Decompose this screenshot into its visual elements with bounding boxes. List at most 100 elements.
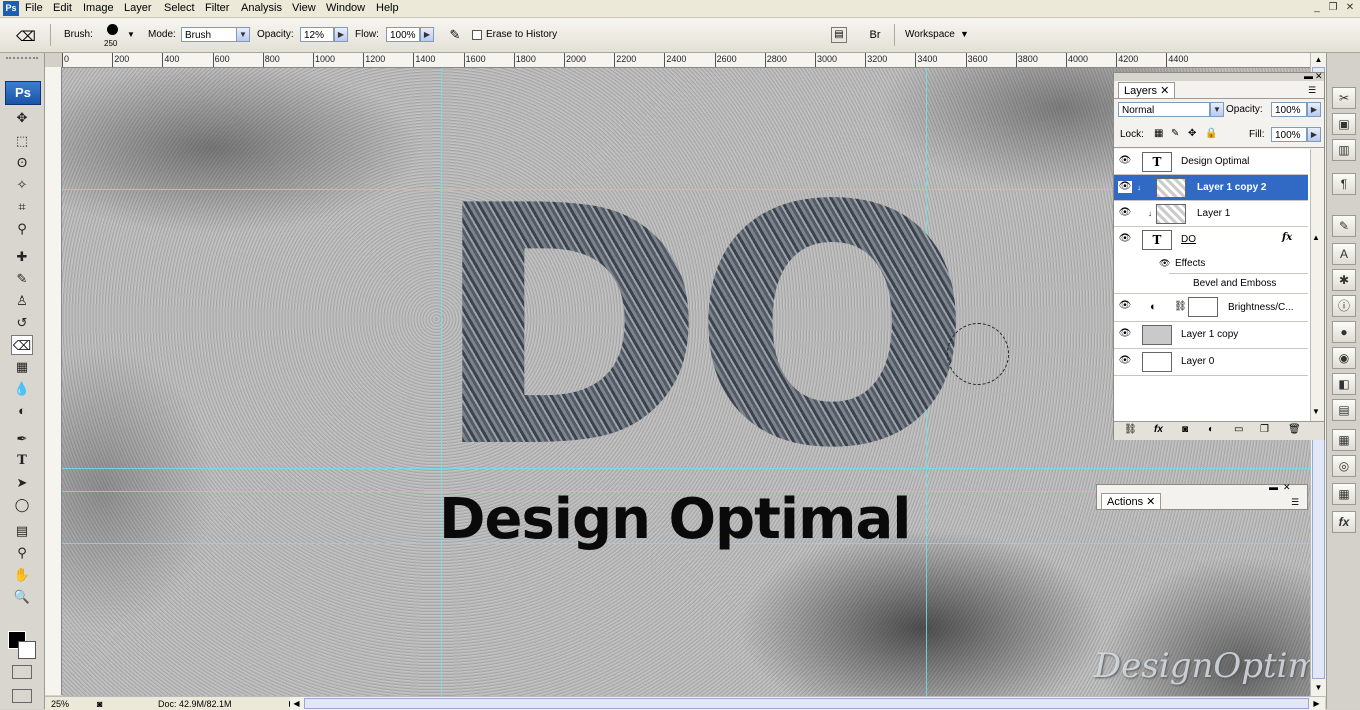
quick-mask-icon[interactable]: [12, 665, 32, 679]
add-style-icon[interactable]: fx: [1154, 424, 1163, 435]
tab-close-icon[interactable]: ✕: [1160, 85, 1169, 97]
histogram-icon[interactable]: ▥: [1332, 139, 1356, 161]
tool-palette-icon[interactable]: ▤: [831, 27, 847, 43]
blur-icon[interactable]: 💧: [11, 379, 33, 399]
menu-analysis[interactable]: Analysis: [241, 1, 282, 16]
fx-icon[interactable]: fx: [1282, 232, 1292, 244]
brush-tip-icon[interactable]: [107, 24, 118, 35]
layers-scrollbar[interactable]: ▲ ▼: [1310, 149, 1322, 421]
channels-icon[interactable]: ▤: [1332, 399, 1356, 421]
notes-icon[interactable]: ▤: [11, 521, 33, 541]
magic-wand-icon[interactable]: ✧: [11, 175, 33, 195]
eye-icon[interactable]: 👁: [1118, 300, 1132, 312]
panel-menu-icon[interactable]: ☰: [1308, 85, 1316, 96]
panel-menu-icon[interactable]: ☰: [1291, 497, 1299, 508]
lock-image-icon[interactable]: ✎: [1171, 128, 1179, 139]
marquee-icon[interactable]: ⬚: [11, 131, 33, 151]
panel-titlebar[interactable]: [1114, 73, 1324, 81]
workspace-button[interactable]: Workspace: [905, 29, 955, 40]
lock-position-icon[interactable]: ✥: [1188, 128, 1196, 139]
background-color-swatch[interactable]: [18, 641, 36, 659]
swatches-icon[interactable]: ◉: [1332, 347, 1356, 369]
lasso-icon[interactable]: ʘ: [11, 153, 33, 173]
pen-icon[interactable]: ✒: [11, 429, 33, 449]
panel-close-icon[interactable]: ✕: [1315, 71, 1323, 82]
tools-panel-icon[interactable]: ✂: [1332, 87, 1356, 109]
opacity-slider-icon[interactable]: ▶: [334, 27, 348, 42]
delete-layer-icon[interactable]: 🗑: [1288, 424, 1301, 435]
layer-row[interactable]: 👁 T Design Optimal: [1114, 149, 1308, 175]
layer-row[interactable]: 👁 T DO fx: [1114, 227, 1308, 253]
lock-transparent-icon[interactable]: ▦: [1154, 128, 1163, 139]
tab-close-icon[interactable]: ✕: [1146, 496, 1155, 508]
effect-row[interactable]: Bevel and Emboss: [1169, 273, 1308, 294]
paths-icon[interactable]: ◎: [1332, 455, 1356, 477]
panel-collapse-icon[interactable]: ▬: [1269, 482, 1278, 492]
menu-help[interactable]: Help: [376, 1, 399, 16]
menu-edit[interactable]: Edit: [53, 1, 72, 16]
scroll-left-icon[interactable]: ◀: [290, 697, 303, 710]
scroll-down-icon[interactable]: ▼: [1312, 407, 1320, 416]
opacity-input[interactable]: 12%: [300, 27, 334, 42]
eyedropper2-icon[interactable]: ⚲: [11, 543, 33, 563]
new-group-icon[interactable]: ▭: [1234, 424, 1243, 435]
link-layers-icon[interactable]: ⛓: [1124, 424, 1137, 435]
scroll-down-icon[interactable]: ▼: [1312, 681, 1325, 694]
new-layer-icon[interactable]: ❐: [1260, 424, 1269, 435]
blend-mode-dropdown-icon[interactable]: ▼: [1210, 102, 1224, 117]
mode-dropdown-icon[interactable]: ▼: [236, 27, 250, 42]
navigator-icon[interactable]: ▣: [1332, 113, 1356, 135]
scroll-right-icon[interactable]: ▶: [1310, 697, 1323, 710]
layer-opacity-slider-icon[interactable]: ▶: [1307, 102, 1321, 117]
panel-collapse-icon[interactable]: ▬: [1304, 71, 1313, 81]
menu-window[interactable]: Window: [326, 1, 365, 16]
styles-icon[interactable]: ◧: [1332, 373, 1356, 395]
scroll-up-icon[interactable]: ▲: [1312, 233, 1320, 242]
brush-dropdown-icon[interactable]: ▼: [127, 30, 135, 39]
lock-all-icon[interactable]: 🔒: [1205, 128, 1217, 139]
eyedropper-icon[interactable]: ⚲: [11, 219, 33, 239]
panel-grip[interactable]: [6, 57, 38, 65]
menu-file[interactable]: File: [25, 1, 43, 16]
layer-opacity-input[interactable]: 100%: [1271, 102, 1307, 117]
flow-slider-icon[interactable]: ▶: [420, 27, 434, 42]
restore-icon[interactable]: ❐: [1326, 2, 1340, 14]
panel-close-icon[interactable]: ✕: [1283, 482, 1291, 493]
history-brush-icon[interactable]: ↺: [11, 313, 33, 333]
gradient-icon[interactable]: ▦: [11, 357, 33, 377]
crop-icon[interactable]: ⌗: [11, 197, 33, 217]
layer-row[interactable]: 👁 Layer 1 copy: [1114, 322, 1308, 349]
close-icon[interactable]: ✕: [1343, 2, 1357, 14]
layer-row[interactable]: 👁 Layer 0: [1114, 349, 1308, 376]
add-mask-icon[interactable]: ◙: [1182, 424, 1188, 435]
mode-select[interactable]: Brush: [181, 27, 237, 42]
layer-row[interactable]: 👁 ↓ Layer 1: [1114, 201, 1308, 227]
eye-icon[interactable]: 👁: [1118, 233, 1132, 245]
tab-layers[interactable]: Layers ✕: [1118, 82, 1176, 98]
menu-select[interactable]: Select: [164, 1, 195, 16]
color-icon[interactable]: ●: [1332, 321, 1356, 343]
zoom-level[interactable]: 25%: [51, 698, 69, 710]
blend-mode-select[interactable]: Normal: [1118, 102, 1210, 117]
eye-icon[interactable]: 👁: [1118, 155, 1132, 167]
brushes-icon[interactable]: ✱: [1332, 269, 1356, 291]
dodge-icon[interactable]: ◐: [11, 401, 33, 421]
fill-input[interactable]: 100%: [1271, 127, 1307, 142]
screen-mode-icon[interactable]: [12, 689, 32, 703]
tool-presets-icon[interactable]: ✎: [1332, 215, 1356, 237]
scroll-up-icon[interactable]: ▲: [1312, 53, 1325, 66]
info-icon[interactable]: ⓘ: [1332, 295, 1356, 317]
minimize-icon[interactable]: _: [1310, 2, 1324, 14]
chain-link-icon[interactable]: ⛓: [1174, 301, 1187, 312]
hand-icon[interactable]: ✋: [11, 565, 33, 585]
brush-icon[interactable]: ✎: [11, 269, 33, 289]
bridge-icon[interactable]: Br: [863, 26, 887, 44]
move-icon[interactable]: ✥: [11, 108, 33, 128]
eye-icon[interactable]: 👁: [1159, 258, 1170, 269]
workspace-dropdown-icon[interactable]: ▼: [960, 29, 969, 39]
layer-row-selected[interactable]: 👁 ↓ Layer 1 copy 2: [1114, 175, 1308, 201]
type-icon[interactable]: T: [11, 451, 33, 471]
fill-slider-icon[interactable]: ▶: [1307, 127, 1321, 142]
new-adjustment-icon[interactable]: ◐: [1208, 424, 1214, 435]
layer-comps-icon[interactable]: ▦: [1332, 483, 1356, 505]
